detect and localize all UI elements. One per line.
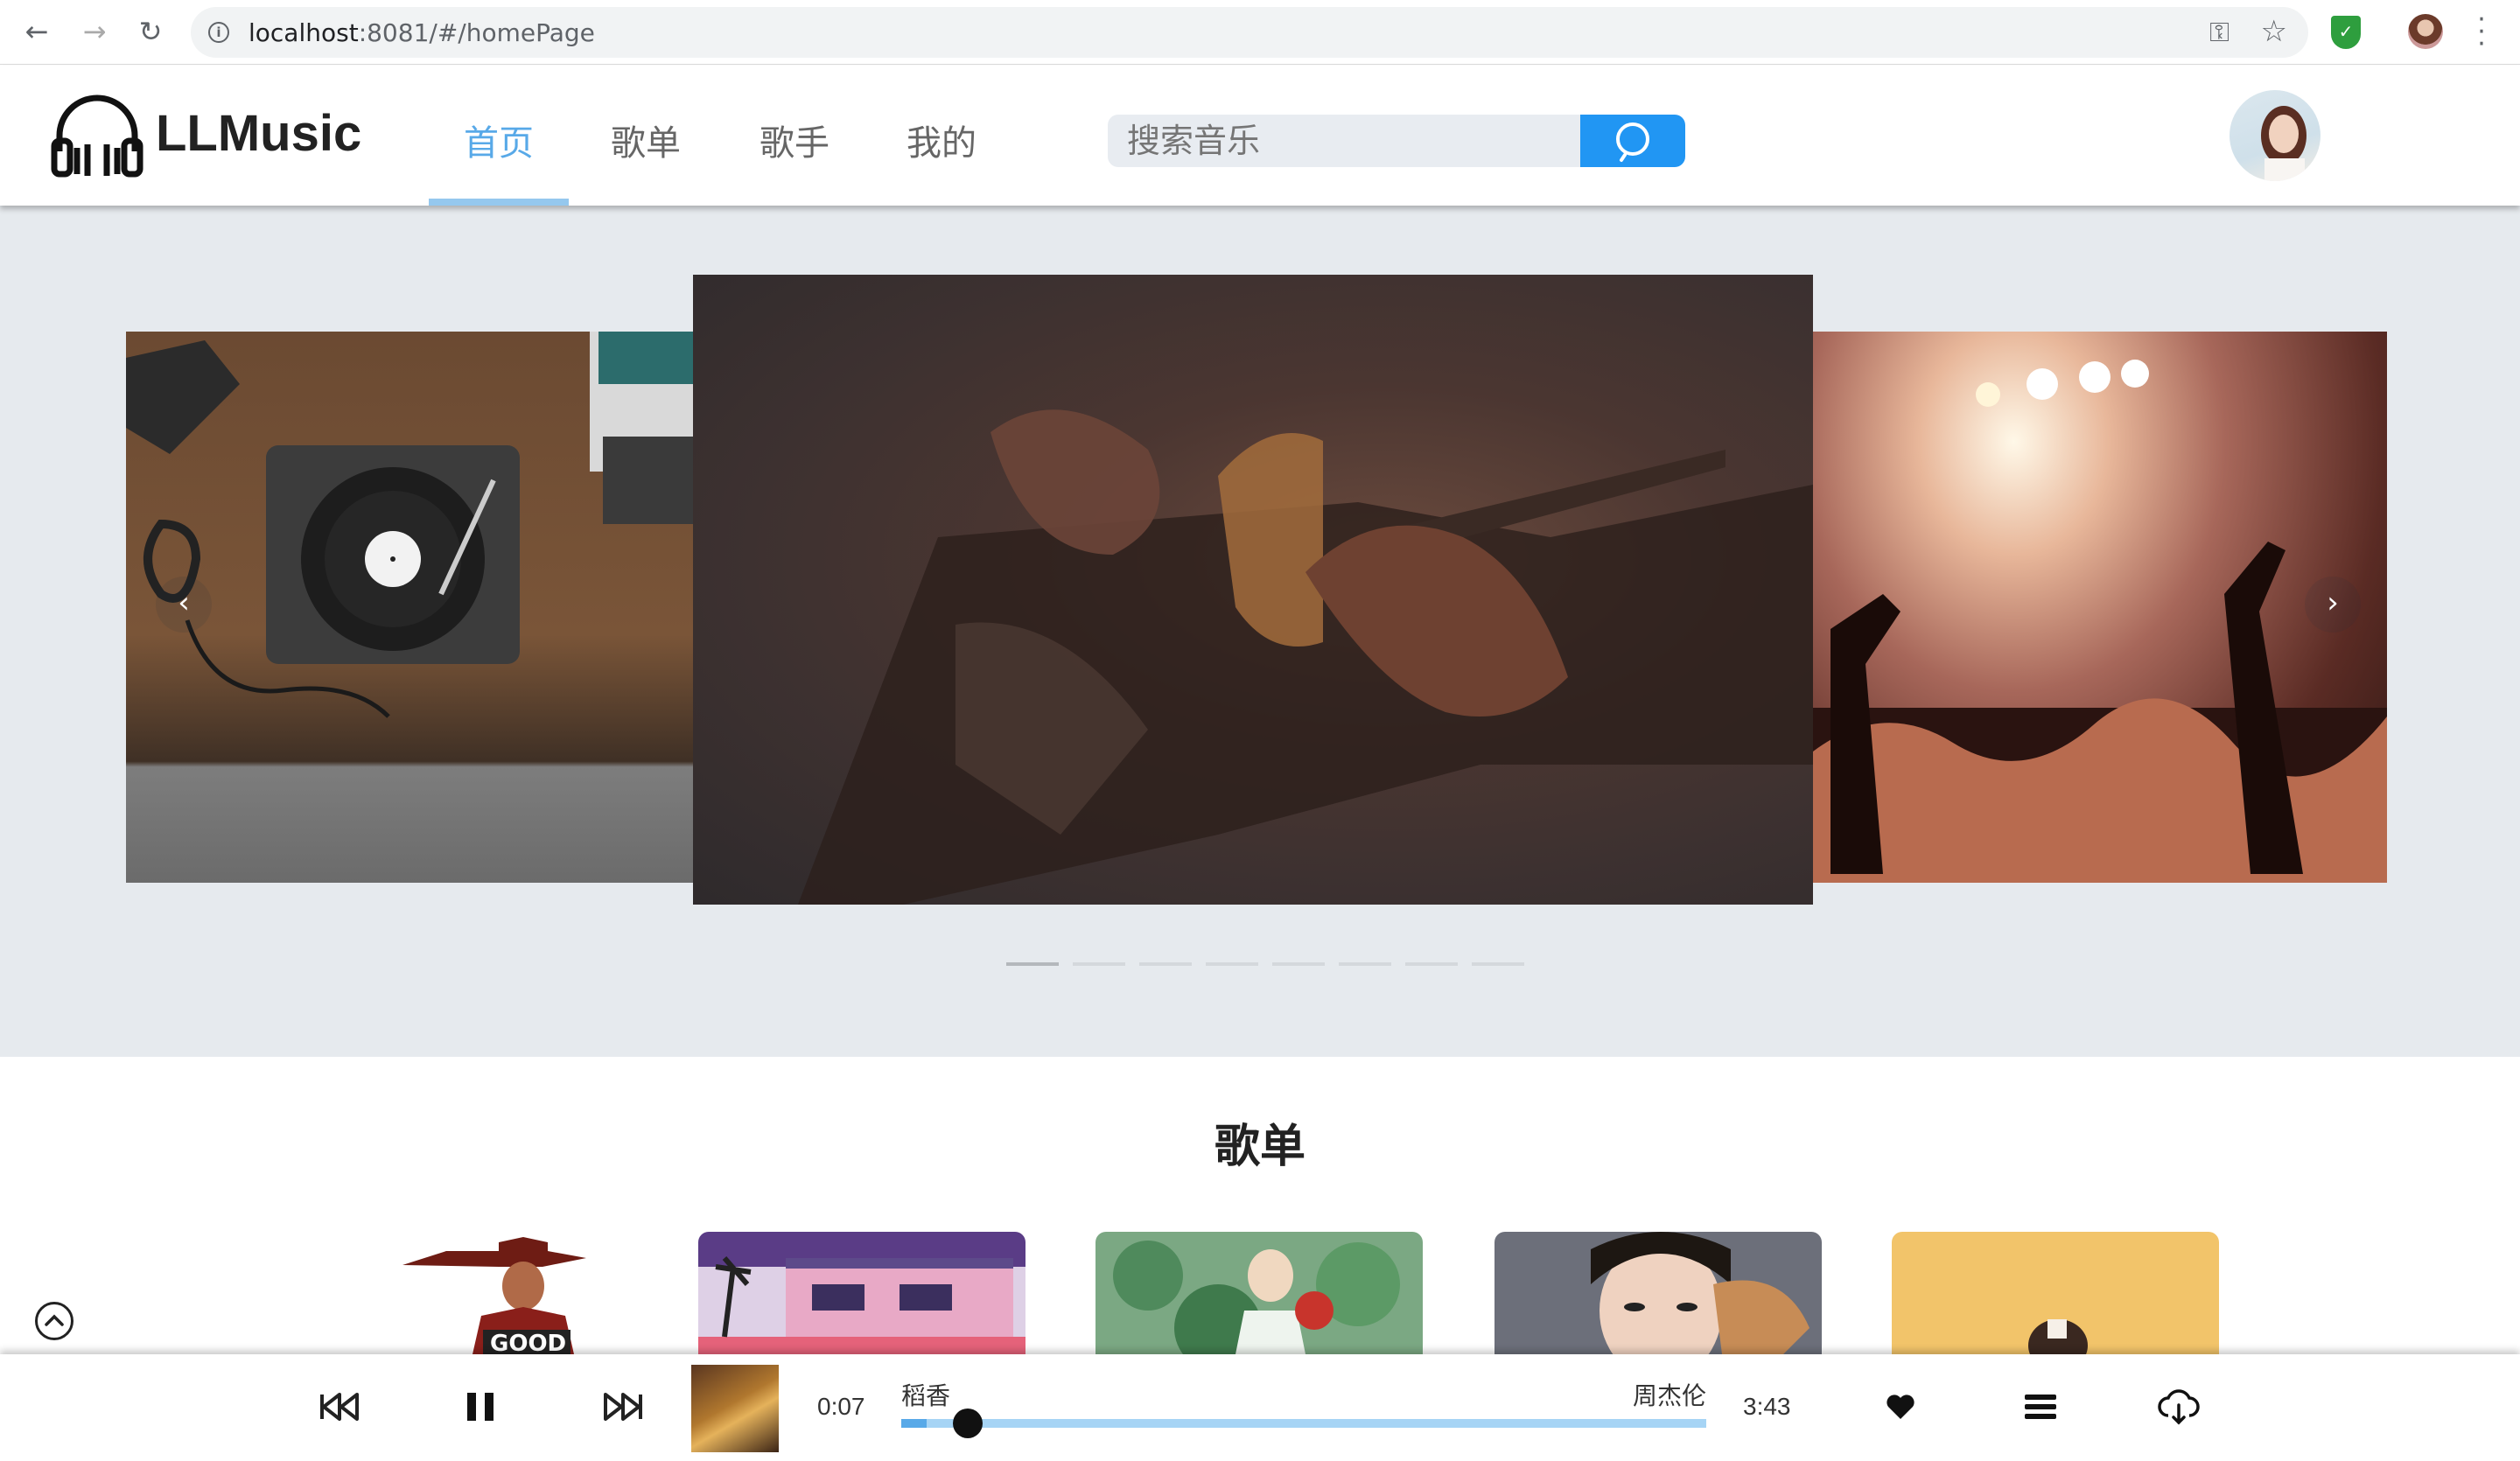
playlist-card[interactable] <box>698 1232 1026 1354</box>
playlist-cover-yellow <box>2028 1319 2088 1354</box>
search-icon <box>1616 122 1649 162</box>
pause-icon <box>467 1393 494 1421</box>
carousel-slide-turntable[interactable] <box>126 332 698 883</box>
next-track-button[interactable] <box>595 1381 648 1433</box>
avatar-portrait <box>2261 106 2306 181</box>
search-input[interactable] <box>1108 115 1584 167</box>
list-icon <box>2025 1395 2056 1419</box>
like-button[interactable] <box>1874 1381 1927 1433</box>
carousel-prev-button[interactable]: ‹ <box>156 577 212 633</box>
playlist-cover-house <box>698 1232 1026 1354</box>
carousel-slide-guitar[interactable] <box>693 275 1813 905</box>
current-time: 0:07 <box>817 1393 865 1420</box>
browser-profile-avatar[interactable] <box>2408 14 2443 49</box>
user-avatar[interactable] <box>2230 90 2320 181</box>
carousel-indicator[interactable] <box>1206 962 1258 966</box>
svg-text:GOOD: GOOD <box>490 1331 566 1354</box>
headphones-logo-icon[interactable] <box>51 90 144 178</box>
app-header: LLMusic 首页 歌单 歌手 我的 <box>0 66 2520 206</box>
now-playing-cover[interactable] <box>691 1365 779 1452</box>
nav-home[interactable]: 首页 <box>429 115 569 165</box>
search-field[interactable] <box>1108 115 1584 167</box>
browser-toolbar: ← → ↻ i localhost:8081/#/homePage ⚿ ☆ ✓ … <box>0 0 2520 65</box>
carousel-next-button[interactable]: › <box>2305 577 2361 633</box>
chevron-up-icon <box>45 1314 64 1326</box>
address-bar[interactable]: i localhost:8081/#/homePage ⚿ ☆ <box>191 7 2308 58</box>
carousel-indicator[interactable] <box>1339 962 1391 966</box>
password-key-icon[interactable]: ⚿ <box>2209 17 2230 48</box>
carousel-indicator[interactable] <box>1472 962 1524 966</box>
progress-handle[interactable] <box>953 1409 984 1438</box>
playlist-cover-cowboy: GOOD <box>402 1237 586 1354</box>
artist-name: 周杰伦 <box>1633 1381 1707 1410</box>
carousel-indicator[interactable] <box>1139 962 1192 966</box>
cloud-download-icon <box>2158 1389 2200 1425</box>
nav-active-underline <box>429 199 569 206</box>
playlist-card[interactable] <box>1096 1232 1423 1354</box>
player-bar: 0:07 稻香 周杰伦 3:43 <box>0 1354 2520 1461</box>
playlist-card[interactable]: GOOD <box>368 1232 695 1354</box>
logo-text[interactable]: LLMusic <box>156 104 361 163</box>
scroll-to-top-button[interactable] <box>35 1302 74 1340</box>
heart-icon <box>1886 1395 1914 1419</box>
nav-mine[interactable]: 我的 <box>872 115 1012 165</box>
playlist-card[interactable] <box>1892 1232 2219 1354</box>
song-title: 稻香 <box>901 1381 951 1410</box>
concert-image <box>1813 360 2387 883</box>
previous-track-button[interactable] <box>315 1381 368 1433</box>
guitar-image <box>798 409 1813 905</box>
browser-menu-icon[interactable]: · · · <box>2473 7 2490 58</box>
carousel-indicators <box>1006 962 1531 969</box>
carousel-indicator[interactable] <box>1405 962 1458 966</box>
fast-forward-icon <box>604 1393 642 1421</box>
carousel-indicator[interactable] <box>1272 962 1325 966</box>
progress-bar[interactable] <box>901 1409 1706 1438</box>
playlist-card[interactable] <box>1494 1232 1822 1354</box>
progress-fill <box>901 1419 928 1428</box>
section-title: 歌单 <box>1214 1121 1306 1173</box>
site-info-icon[interactable]: i <box>208 22 229 43</box>
nav-singers[interactable]: 歌手 <box>724 115 864 165</box>
extension-shield-icon[interactable]: ✓ <box>2331 16 2361 49</box>
search-button[interactable] <box>1580 115 1685 167</box>
bookmark-star-icon[interactable]: ☆ <box>2261 14 2287 49</box>
carousel-indicator[interactable] <box>1006 962 1059 966</box>
download-button[interactable] <box>2152 1381 2205 1433</box>
playlist-button[interactable] <box>2014 1381 2067 1433</box>
nav-playlists[interactable]: 歌单 <box>576 115 716 165</box>
carousel-slide-concert[interactable] <box>1813 332 2387 883</box>
reload-icon[interactable]: ↻ <box>135 16 166 47</box>
rewind-icon <box>320 1393 359 1421</box>
forward-icon[interactable]: → <box>79 16 110 47</box>
url-text: localhost:8081/#/homePage <box>248 18 595 47</box>
duration: 3:43 <box>1743 1393 1791 1420</box>
pause-button[interactable] <box>455 1381 508 1433</box>
back-icon[interactable]: ← <box>21 16 52 47</box>
playlist-cover-jungle <box>1113 1241 1400 1354</box>
playlist-cover-girl <box>1591 1232 1810 1354</box>
carousel-indicator[interactable] <box>1073 962 1125 966</box>
banner-carousel: ‹ › <box>0 206 2520 1057</box>
turntable-image <box>126 332 698 718</box>
